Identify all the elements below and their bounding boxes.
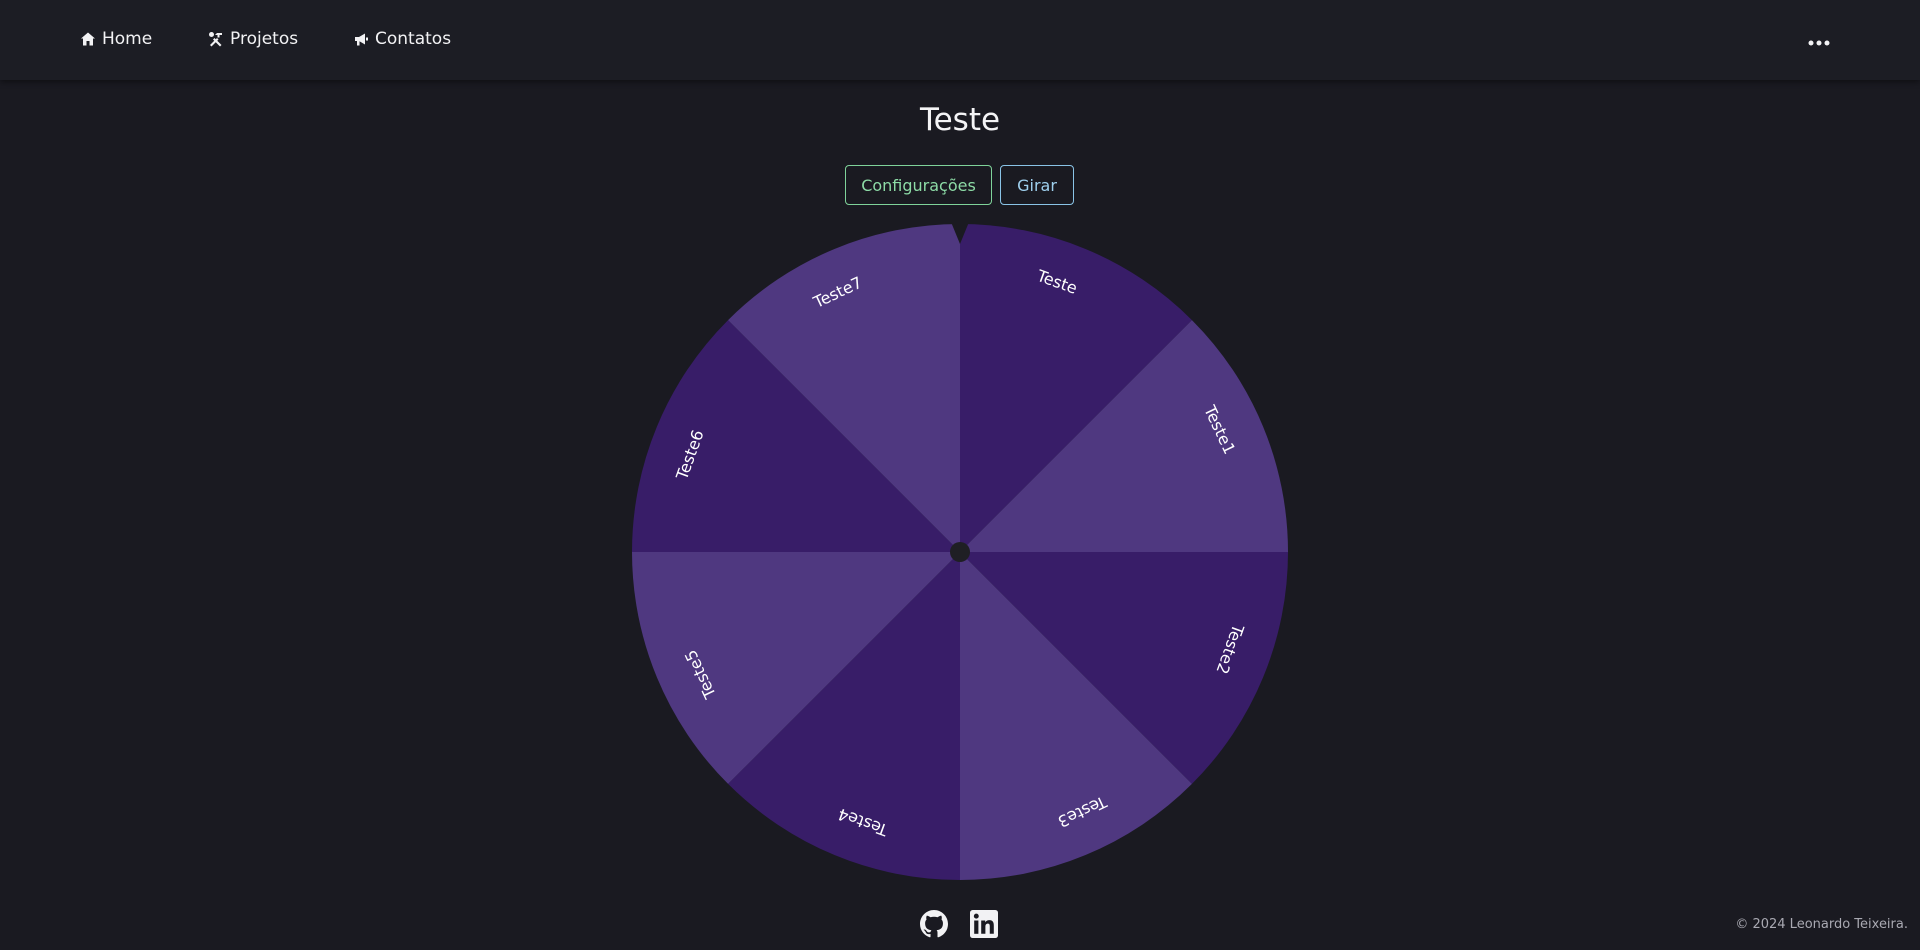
nav-home-link[interactable]: Home <box>80 29 152 49</box>
ellipsis-icon <box>1808 31 1830 50</box>
configuracoes-button[interactable]: Configurações <box>845 165 992 205</box>
nav-projetos-link[interactable]: Projetos <box>208 29 298 49</box>
nav-home-label: Home <box>102 29 153 49</box>
nav-projetos-label: Projetos <box>230 29 299 49</box>
wheel-hub <box>950 542 970 562</box>
spin-wheel[interactable]: Teste Teste1 Teste2 Teste3 Teste4 Teste5 Teste… <box>630 222 1290 882</box>
megaphone-icon <box>353 31 369 47</box>
nav-contatos-label: Contatos <box>375 29 452 49</box>
home-icon <box>80 31 96 47</box>
copyright-text: © 2024 Leonardo Teixeira. <box>1735 917 1908 932</box>
nav-contatos-link[interactable]: Contatos <box>353 29 451 49</box>
wheel-graphic: TesteTeste1Teste2Teste3Teste4Teste5Teste… <box>632 222 1288 880</box>
girar-button[interactable]: Girar <box>1000 165 1074 205</box>
footer-social-links <box>920 910 998 938</box>
linkedin-icon[interactable] <box>970 910 998 938</box>
page-title: Teste <box>919 102 1001 138</box>
top-navbar: Home Projetos Contatos <box>0 0 1920 80</box>
tools-icon <box>208 31 224 47</box>
more-menu-button[interactable] <box>1806 28 1832 52</box>
github-icon[interactable] <box>920 910 948 938</box>
